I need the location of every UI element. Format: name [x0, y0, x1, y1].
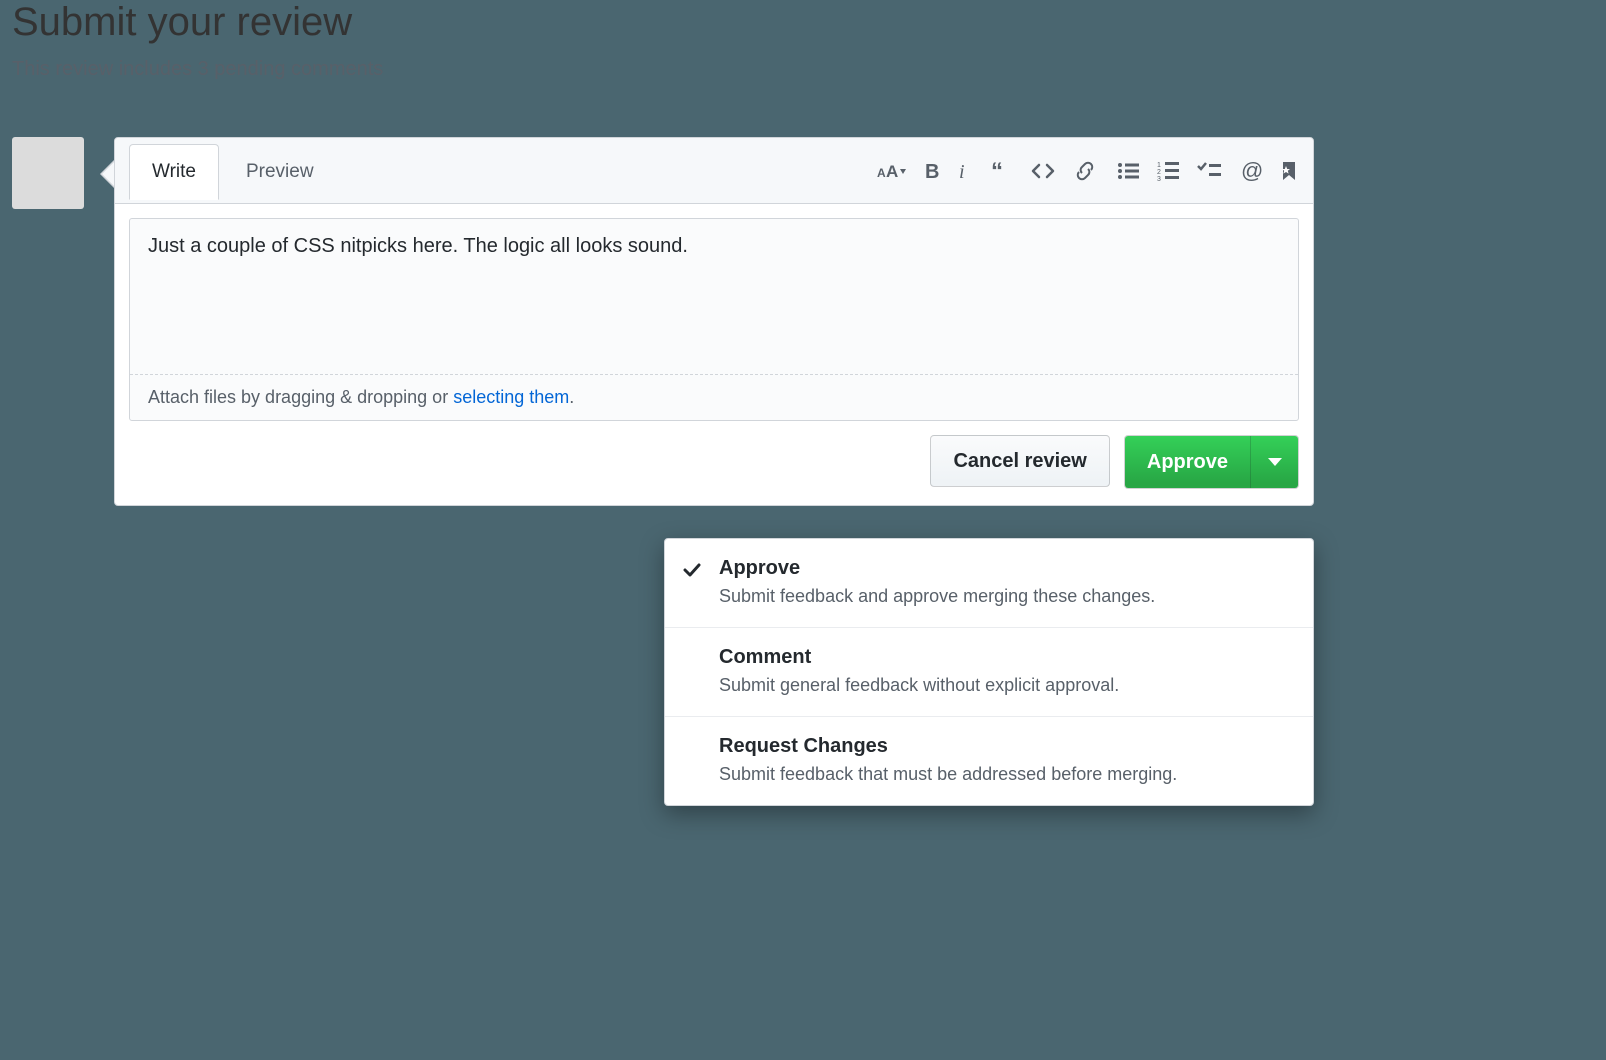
dropdown-item-desc: Submit feedback that must be addressed b… [719, 764, 1291, 785]
dropdown-item-title: Approve [719, 557, 1291, 580]
svg-text:“: “ [991, 161, 1003, 181]
mention-icon[interactable]: @ [1241, 160, 1263, 182]
approve-dropdown-toggle[interactable] [1250, 436, 1298, 488]
svg-text:A: A [886, 162, 898, 181]
tab-preview[interactable]: Preview [223, 144, 337, 199]
comment-box: Attach files by dragging & dropping or s… [129, 218, 1299, 421]
dropdown-item-title: Comment [719, 646, 1291, 669]
bookmark-icon[interactable] [1281, 161, 1297, 181]
dropdown-item-comment[interactable]: Comment Submit general feedback without … [665, 628, 1313, 717]
svg-text:1: 1 [1157, 162, 1161, 169]
code-icon[interactable] [1031, 161, 1055, 181]
svg-text:2: 2 [1157, 169, 1161, 176]
attach-hint: Attach files by dragging & dropping or s… [130, 374, 1298, 420]
link-icon[interactable] [1073, 161, 1097, 181]
svg-text:i: i [959, 161, 965, 181]
dropdown-item-approve[interactable]: Approve Submit feedback and approve merg… [665, 539, 1313, 628]
tab-bar: Write Preview AA B i “ [115, 138, 1313, 204]
comment-textarea[interactable] [130, 219, 1298, 369]
svg-text:B: B [925, 161, 939, 181]
toolbar-group-misc: @ [1241, 160, 1297, 182]
formatting-toolbar: AA B i “ [877, 160, 1313, 182]
approve-button[interactable]: Approve [1125, 436, 1250, 488]
chevron-down-icon [1268, 458, 1282, 466]
bullet-list-icon[interactable] [1117, 161, 1139, 181]
quote-icon[interactable]: “ [991, 161, 1013, 181]
svg-text:@: @ [1241, 160, 1263, 182]
review-panel: Write Preview AA B i “ [114, 137, 1314, 506]
numbered-list-icon[interactable]: 123 [1157, 161, 1179, 181]
toolbar-group-insert: “ [991, 161, 1097, 181]
review-type-dropdown: Approve Submit feedback and approve merg… [664, 538, 1314, 806]
cancel-button[interactable]: Cancel review [930, 435, 1109, 487]
check-icon [683, 561, 701, 579]
task-list-icon[interactable] [1197, 161, 1221, 181]
approve-split-button: Approve [1124, 435, 1299, 489]
avatar [12, 137, 84, 209]
page-title: Submit your review [12, 0, 352, 45]
page-subtitle: This review includes 3 pending comments [12, 58, 383, 81]
svg-text:A: A [877, 166, 886, 180]
bold-icon[interactable]: B [925, 161, 941, 181]
dropdown-item-request-changes[interactable]: Request Changes Submit feedback that mus… [665, 717, 1313, 805]
italic-icon[interactable]: i [959, 161, 971, 181]
panel-caret [100, 160, 114, 188]
tab-write[interactable]: Write [129, 144, 219, 200]
dropdown-item-title: Request Changes [719, 735, 1291, 758]
attach-prefix: Attach files by dragging & dropping or [148, 387, 453, 407]
toolbar-group-text: AA B i [877, 161, 971, 181]
dropdown-item-desc: Submit feedback and approve merging thes… [719, 586, 1291, 607]
action-bar: Cancel review Approve [115, 435, 1313, 505]
comment-area: Attach files by dragging & dropping or s… [115, 204, 1313, 435]
dropdown-item-desc: Submit general feedback without explicit… [719, 675, 1291, 696]
heading-icon[interactable]: AA [877, 161, 907, 181]
toolbar-group-lists: 123 [1117, 161, 1221, 181]
attach-suffix: . [569, 387, 574, 407]
svg-text:3: 3 [1157, 176, 1161, 181]
attach-link[interactable]: selecting them [453, 387, 569, 407]
